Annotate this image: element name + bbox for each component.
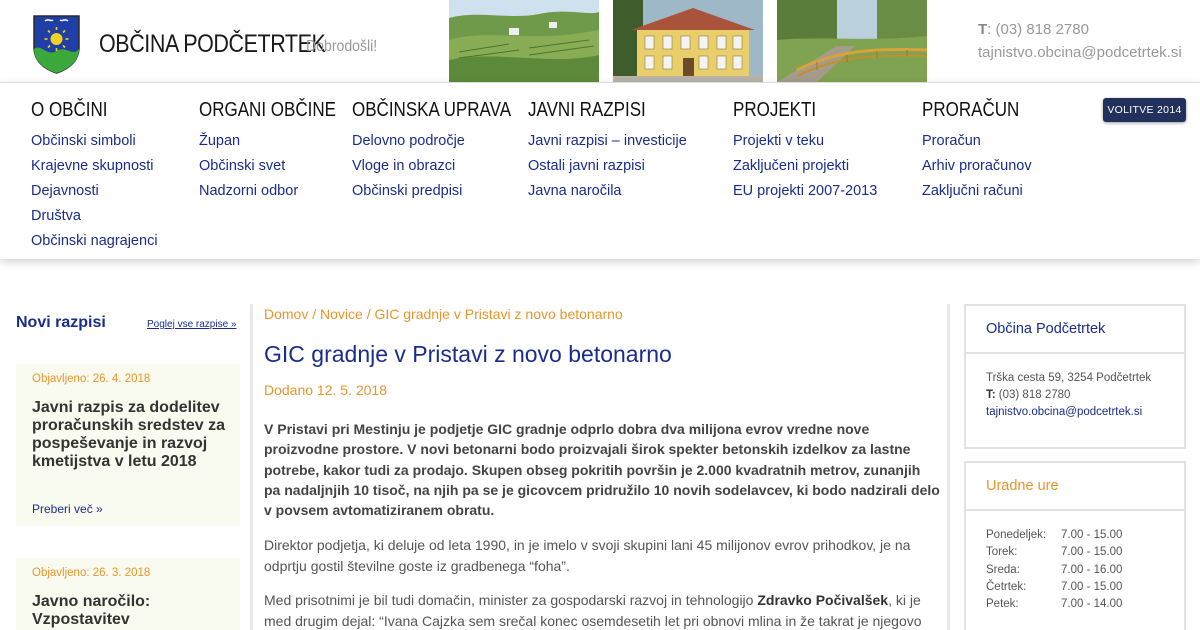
header-email[interactable]: tajnistvo.obcina@podcetrtek.si [978,44,1182,61]
nav-item-ostali-javni-razpisi[interactable]: Ostali javni razpisi [528,154,687,179]
hours-day: Torek: [986,546,1018,559]
contact-email[interactable]: tajnistvo.obcina@podcetrtek.si [986,404,1184,421]
nav-item-vloge-in-obrazci[interactable]: Vloge in obrazci [352,154,539,179]
view-all-tenders-link[interactable]: Poglej vse razpise » [147,319,237,330]
nav-heading-organi-obcine[interactable]: ORGANI OBČINE [199,99,336,126]
header-phone: T: (03) 818 2780 [978,21,1089,38]
nav-item-nadzorni-odbor[interactable]: Nadzorni odbor [199,179,360,204]
column-divider [250,304,253,630]
nav-item-obcinski-predpisi[interactable]: Občinski predpisi [352,179,539,204]
hours-time: 7.00 - 15.00 [1061,580,1123,593]
hours-row: Sreda: 7.00 - 16.00 [986,562,1184,579]
hours-time: 7.00 - 16.00 [1061,563,1123,576]
site-title[interactable]: OBČINA PODČETRTEK [99,30,326,59]
hours-time: 7.00 - 15.00 [1061,546,1123,559]
sidebar-title: Novi razpisi [16,314,106,331]
office-hours-title: Uradne ure [966,463,1184,511]
article-paragraph: Med prisotnimi je bil tudi domačin, mini… [264,590,940,630]
nav-heading-obcinska-uprava[interactable]: OBČINSKA UPRAVA [352,99,511,126]
nav-item-javna-narocila[interactable]: Javna naročila [528,179,687,204]
nav-column-o-obcini: O OBČINI Občinski simboli Krajevne skupn… [31,99,158,254]
nav-item-delovno-podrocje[interactable]: Delovno področje [352,129,539,154]
article-date: Dodano 12. 5. 2018 [264,382,387,398]
nav-item-obcinski-nagrajenci[interactable]: Občinski nagrajenci [31,229,158,254]
nav-item-zupan[interactable]: Župan [199,129,360,154]
nav-heading-proracun[interactable]: PRORAČUN [922,99,1019,126]
nav-item-zakljuceni-projekti[interactable]: Zaključeni projekti [733,154,877,179]
left-sidebar: Novi razpisi Poglej vse razpise » Objavl… [0,300,250,630]
hours-day: Sreda: [986,563,1020,576]
news-title[interactable]: Javno naročilo: Vzpostavitev [32,593,232,629]
article-lead: V Pristavi pri Mestinju je podjetje GIC … [264,421,940,519]
nav-column-projekti: PROJEKTI Projekti v teku Zaključeni proj… [733,99,877,204]
nav-item-zakljucni-racuni[interactable]: Zaključni računi [922,179,1036,204]
nav-heading-o-obcini[interactable]: O OBČINI [31,99,139,126]
news-date: Objavljeno: 26. 3. 2018 [32,567,151,579]
header-photo-building [613,0,763,82]
article-title: GIC gradnje v Pristavi z novo betonarno [264,341,672,367]
main-navigation: O OBČINI Občinski simboli Krajevne skupn… [0,82,1200,259]
coat-of-arms-logo[interactable] [31,13,82,75]
hours-row: Torek: 7.00 - 15.00 [986,544,1184,561]
paragraph-text: Med prisotnimi je bil tudi domačin, mini… [264,592,758,608]
hours-time: 7.00 - 15.00 [1061,529,1123,541]
nav-heading-projekti[interactable]: PROJEKTI [733,99,856,126]
contact-phone: T: (03) 818 2780 [986,387,1184,404]
nav-item-arhiv-proracunov[interactable]: Arhiv proračunov [922,154,1036,179]
hours-row: Četrtek: 7.00 - 15.00 [986,579,1184,596]
contact-phone-label: T: [986,389,996,401]
paragraph-bold-name: Zdravko Počivalšek [757,592,889,608]
nav-column-organi-obcine: ORGANI OBČINE Župan Občinski svet Nadzor… [199,99,360,204]
contact-address: Trška cesta 59, 3254 Podčetrtek [986,372,1152,384]
news-card[interactable]: Objavljeno: 26. 3. 2018 Javno naročilo: … [16,558,240,630]
hours-day: Četrtek: [986,580,1027,593]
nav-item-proracun[interactable]: Proračun [922,129,1036,154]
read-more-link[interactable]: Preberi več » [32,502,103,516]
breadcrumb[interactable]: Domov / Novice / GIC gradnje v Pristavi … [264,306,623,322]
nav-item-dejavnosti[interactable]: Dejavnosti [31,179,158,204]
welcome-text: Dobrodošli! [306,38,378,55]
nav-item-javni-razpisi-investicije[interactable]: Javni razpisi – investicije [528,129,687,154]
nav-item-eu-projekti[interactable]: EU projekti 2007-2013 [733,179,877,204]
hours-row: Petek: 7.00 - 14.00 [986,596,1184,613]
news-card[interactable]: Objavljeno: 26. 4. 2018 Javni razpis za … [16,364,240,526]
news-title[interactable]: Javni razpis za dodelitev proračunskih s… [32,399,232,471]
contact-box: Občina Podčetrtek Trška cesta 59, 3254 P… [964,304,1186,449]
nav-item-projekti-v-teku[interactable]: Projekti v teku [733,129,877,154]
nav-column-proracun: PRORAČUN Proračun Arhiv proračunov Zaklj… [922,99,1036,204]
nav-item-obcinski-simboli[interactable]: Občinski simboli [31,129,158,154]
nav-item-obcinski-svet[interactable]: Občinski svet [199,154,360,179]
contact-phone-number: (03) 818 2780 [995,389,1071,401]
nav-item-drustva[interactable]: Društva [31,204,158,229]
site-header: OBČINA PODČETRTEK Dobrodošli! T: (03) 81… [0,0,1200,82]
nav-column-javni-razpisi: JAVNI RAZPISI Javni razpisi – investicij… [528,99,687,204]
header-photo-vineyard [449,0,599,82]
hours-day: Ponedeljek: [986,529,1047,541]
nav-item-krajevne-skupnosti[interactable]: Krajevne skupnosti [31,154,158,179]
column-divider [947,304,950,630]
hours-day: Petek: [986,598,1019,611]
article-paragraph: Direktor podjetja, ki deluje od leta 199… [264,537,911,574]
contact-box-title: Občina Podčetrtek [966,306,1184,354]
nav-heading-javni-razpisi[interactable]: JAVNI RAZPISI [528,99,663,126]
hours-row: Ponedeljek: 7.00 - 15.00 [986,527,1184,544]
phone-number: : (03) 818 2780 [987,21,1089,38]
nav-column-obcinska-uprava: OBČINSKA UPRAVA Delovno področje Vloge i… [352,99,539,204]
header-photo-path [777,0,927,82]
phone-label: T [978,21,988,38]
volitve-button[interactable]: VOLITVE 2014 [1103,98,1186,122]
office-hours-box: Uradne ure Ponedeljek: 7.00 - 15.00 Torek… [964,461,1186,630]
hours-time: 7.00 - 14.00 [1061,598,1123,611]
news-date: Objavljeno: 26. 4. 2018 [32,373,151,385]
